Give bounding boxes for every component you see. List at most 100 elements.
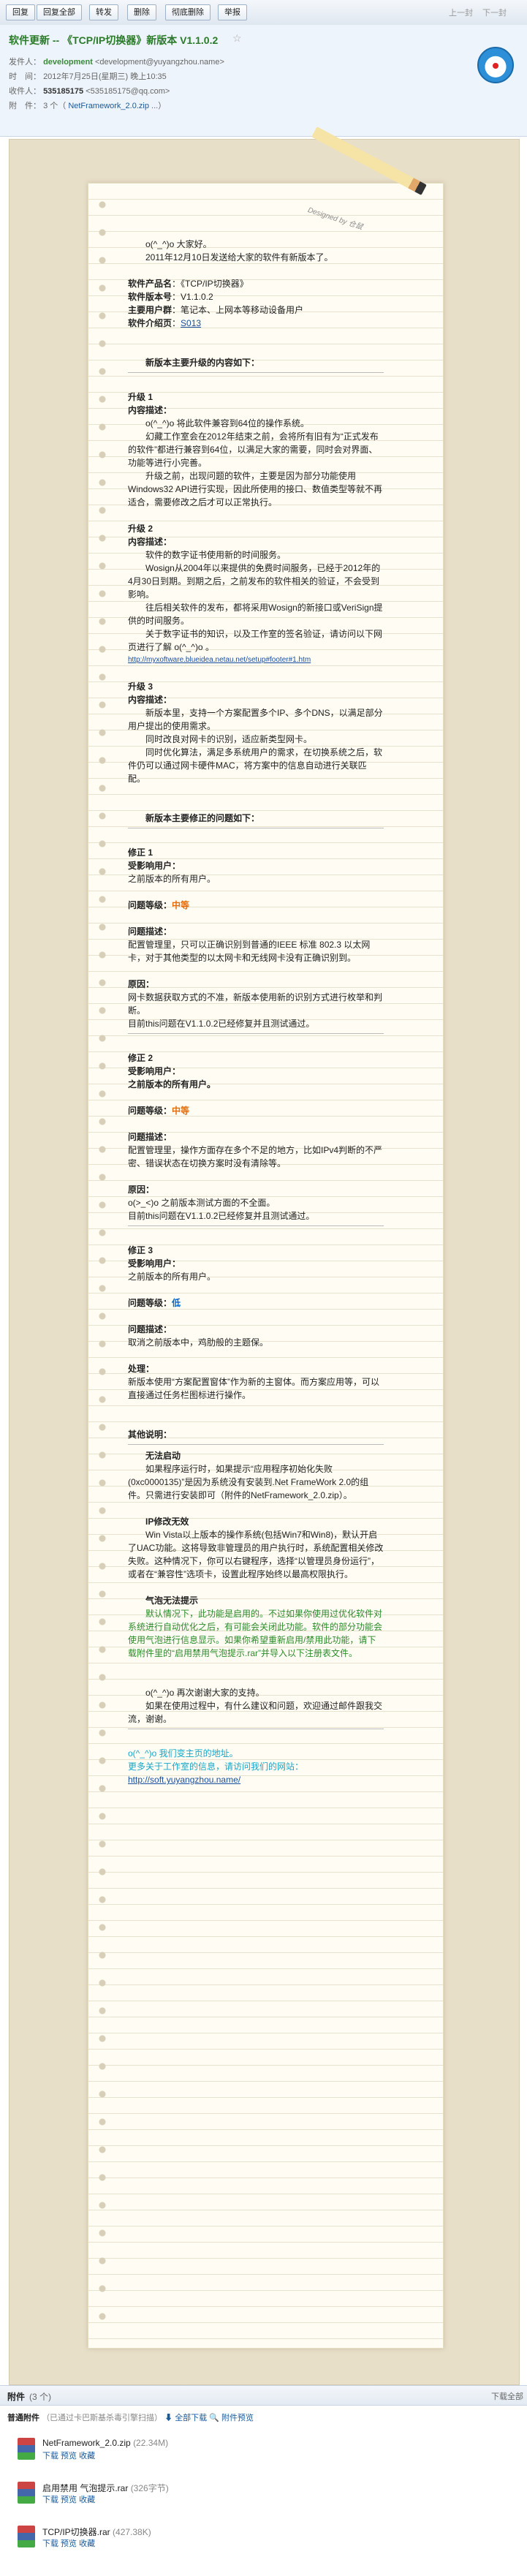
upgrade-3-p1: 新版本里，支持一个方案配置多个IP、多个DNS，以满足部分用户提出的使用需求。 <box>128 708 383 731</box>
attachment-count: 3 个（ <box>43 102 67 110</box>
closing-1: o(^_^)o 再次谢谢大家的支持。 <box>145 1688 265 1698</box>
fix-title: 新版本主要修正的问题如下： <box>145 813 260 823</box>
archive-icon <box>18 2482 35 2504</box>
star-icon[interactable]: ☆ <box>232 32 242 45</box>
upgrade-2-title: 升级 2 <box>128 524 153 534</box>
fix-2-reason-label: 原因： <box>128 1185 155 1195</box>
fix-2-title: 修正 2 <box>128 1053 153 1063</box>
upgrade-1-desc-label: 内容描述： <box>128 405 172 415</box>
recipient-label: 收件人： <box>9 87 41 96</box>
attachment-actions[interactable]: 下载 预览 收藏 <box>42 2450 95 2461</box>
recipient-row: 收件人： 535185175 <535185175@qq.com> <box>9 85 170 97</box>
upgrade-3-p2: 同时改良对网卡的识别，适应新类型网卡。 <box>145 734 313 744</box>
reply-all-button[interactable]: 回复全部 <box>37 4 82 20</box>
binder-holes <box>97 191 107 2341</box>
attachment-filename[interactable]: 启用禁用 气泡提示.rar <box>42 2483 128 2493</box>
fix-1-level: 问题等级：中等 <box>128 900 190 910</box>
attachment-more: ...） <box>151 102 167 110</box>
other-1-text: 如果程序运行时，如果提示“应用程序初始化失败(0xc0000135)”是因为系统… <box>128 1464 369 1500</box>
attachment-tip-text: （已通过卡巴斯基杀毒引擎扫描） <box>42 2414 163 2422</box>
upgrade-1-title: 升级 1 <box>128 392 153 402</box>
fix-2-desc-label: 问题描述： <box>128 1132 172 1142</box>
fix-3-fix-label: 处理： <box>128 1364 155 1374</box>
fix-1-users-label: 受影响用户： <box>128 861 181 871</box>
signature-2: 更多关于工作室的信息，请访问我们的网站： <box>128 1761 304 1772</box>
sender-row: 发件人： development <development@yuyangzhou… <box>9 56 224 67</box>
permanent-delete-button[interactable]: 彻底删除 <box>165 4 211 20</box>
time-row: 时 间： 2012年7月25日(星期三) 晚上10:35 <box>9 70 167 82</box>
upgrade-2-desc-label: 内容描述： <box>128 537 172 547</box>
attachment-link[interactable]: NetFramework_2.0.zip <box>68 102 149 110</box>
attachment-size: (427.38K) <box>113 2527 151 2537</box>
upgrade-1-p1: o(^_^)o 将此软件兼容到64位的操作系统。 <box>145 418 309 428</box>
other-2-text: Win Vista以上版本的操作系统(包括Win7和Win8)，默认开启了UAC… <box>128 1530 384 1579</box>
recipient-name[interactable]: 535185175 <box>43 87 83 96</box>
forward-button[interactable]: 转发 <box>89 4 118 20</box>
attachments-count: (3 个) <box>29 2392 52 2402</box>
next-mail-link[interactable]: 下一封 <box>482 7 507 18</box>
mail-body: o(^_^)o 大家好。 2011年12月10日发送给大家的软件有新版本了。 软… <box>128 238 384 1786</box>
upgrade-1-p2: 幻藏工作室会在2012年结束之前，会将所有旧有为“正式发布的软件”都进行兼容到6… <box>128 431 379 468</box>
greeting-2: 2011年12月10日发送给大家的软件有新版本了。 <box>145 252 333 262</box>
fix-3-title: 修正 3 <box>128 1245 153 1255</box>
fix-2-level: 问题等级：中等 <box>128 1106 190 1116</box>
reply-button[interactable]: 回复 <box>6 4 35 20</box>
mail-subject: 软件更新 -- 《TCP/IP切换器》新版本 V1.1.0.2 <box>9 34 219 46</box>
attachment-filename[interactable]: TCP/IP切换器.rar <box>42 2527 110 2537</box>
product-intro: 软件介绍页：S013 <box>128 318 202 328</box>
other-3-text: 默认情况下，此功能是启用的。不过如果你使用过优化软件对系统进行自动优化之后，有可… <box>128 1609 383 1658</box>
fix-1-desc: 配置管理里，只可以正确识别到普通的IEEE 标准 802.3 以太网卡，对于其他… <box>128 940 371 963</box>
upgrade-2-link[interactable]: http://myxoftware.blueidea.netau.net/set… <box>128 654 384 667</box>
intro-link[interactable]: S013 <box>181 318 201 328</box>
fix-2-reason-1: o(>_<)o 之前版本测试方面的不全面。 <box>128 1198 276 1208</box>
fix-3-users-label: 受影响用户： <box>128 1258 181 1269</box>
other-1-title: 无法启动 <box>145 1451 181 1461</box>
fix-2-users-label: 受影响用户： <box>128 1066 181 1076</box>
fix-1-reason-1: 网卡数据获取方式的不准，新版本使用新的识别方式进行枚举和判断。 <box>128 992 383 1016</box>
time-label: 时 间： <box>9 72 41 81</box>
sender-email: <development@yuyangzhou.name> <box>94 58 224 67</box>
signature-link[interactable]: http://soft.yuyangzhou.name/ <box>128 1773 384 1786</box>
upgrade-3-title: 升级 3 <box>128 681 153 692</box>
upgrade-2-p4: 关于数字证书的知识，以及工作室的签名验证，请访问以下网页进行了解 o(^_^)o… <box>128 629 383 652</box>
other-2-title: IP修改无效 <box>145 1516 189 1527</box>
fix-3-desc: 取消之前版本中，鸡肋般的主题保。 <box>128 1337 269 1348</box>
all-download-link[interactable]: ⬇ 全部下载 <box>164 2414 207 2422</box>
product-name: 软件产品名：《TCP/IP切换器》 <box>128 279 249 289</box>
attachments-title: 附件 <box>7 2392 26 2402</box>
fix-3-level: 问题等级：低 <box>128 1298 181 1308</box>
recipient-email: <535185175@qq.com> <box>86 87 170 96</box>
attachment-actions[interactable]: 下载 预览 收藏 <box>42 2493 95 2505</box>
prev-mail-link[interactable]: 上一封 <box>449 7 473 18</box>
signature-1: o(^_^)o 我们变主页的地址。 <box>128 1748 238 1759</box>
report-button[interactable]: 举报 <box>218 4 247 20</box>
upgrade-1-p3: 升级之前，出现问题的软件，主要是因为部分功能使用Windows32 API进行实… <box>128 471 383 507</box>
attachment-size: (22.34M) <box>133 2438 169 2448</box>
fix-1-reason-2: 目前this问题在V1.1.0.2已经修复并且测试通过。 <box>128 1019 315 1029</box>
product-version: 软件版本号：V1.1.0.2 <box>128 292 213 302</box>
fix-1-title: 修正 1 <box>128 847 153 858</box>
pack-preview-link[interactable]: 🔍 附件预览 <box>209 2414 254 2422</box>
attachment-row: 附 件： 3 个（ NetFramework_2.0.zip ...） <box>9 99 166 111</box>
upgrade-2-p1: 软件的数字证书使用新的时间服务。 <box>145 550 287 560</box>
upgrade-2-p2: Wosign从2004年以来提供的免费时间服务，已经于2012年的4月30日到期… <box>128 563 381 600</box>
upgrade-title: 新版本主要升级的内容如下： <box>145 358 260 368</box>
sender-label: 发件人： <box>9 58 41 67</box>
attachments-header: 附件 (3 个) 下载全部 <box>0 2385 527 2406</box>
fix-1-desc-label: 问题描述： <box>128 926 172 937</box>
other-title: 其他说明： <box>128 1429 172 1440</box>
archive-icon <box>18 2438 35 2460</box>
attachment-actions[interactable]: 下载 预览 收藏 <box>42 2537 95 2549</box>
download-all-link[interactable]: 下载全部 <box>491 2390 523 2402</box>
upgrade-2-p3: 往后相关软件的发布，都将采用Wosign的新接口或VeriSign提供的时间服务… <box>128 603 383 626</box>
attachments-section: 附件 (3 个) 下载全部 普通附件 （已通过卡巴斯基杀毒引擎扫描） ⬇ 全部下… <box>0 2385 527 2576</box>
time-value: 2012年7月25日(星期三) 晚上10:35 <box>43 72 167 81</box>
sender-name[interactable]: development <box>43 58 93 67</box>
attachment-filename[interactable]: NetFramework_2.0.zip <box>42 2438 131 2448</box>
product-users: 主要用户群：笔记本、上网本等移动设备用户 <box>128 305 304 315</box>
delete-button[interactable]: 删除 <box>127 4 156 20</box>
attachment-tip-label: 普通附件 <box>7 2414 39 2422</box>
fix-2-reason-2: 目前this问题在V1.1.0.2已经修复并且测试通过。 <box>128 1211 315 1221</box>
attachment-tip-row: 普通附件 （已通过卡巴斯基杀毒引擎扫描） ⬇ 全部下载 🔍 附件预览 <box>7 2411 254 2423</box>
qq-avatar-icon <box>477 47 514 83</box>
